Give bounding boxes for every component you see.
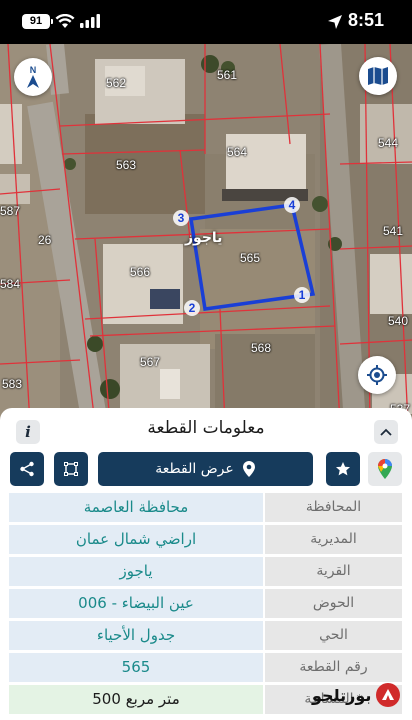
parcel-number-label: 584 bbox=[0, 277, 21, 291]
parcel-number-label: 587 bbox=[0, 204, 21, 218]
watermark-text: بورتلحو bbox=[312, 685, 372, 705]
google-maps-icon bbox=[378, 459, 392, 479]
compass-north-label: N bbox=[30, 65, 37, 75]
map-layers-button[interactable] bbox=[359, 57, 397, 95]
action-row: عرض القطعة bbox=[0, 448, 412, 492]
info-value: جدول الأحياء bbox=[9, 621, 263, 650]
info-label: المحافظة bbox=[265, 493, 402, 522]
battery-indicator: 91 bbox=[22, 14, 53, 29]
my-location-button[interactable] bbox=[358, 356, 396, 394]
parcel-number-label: 26 bbox=[38, 233, 52, 247]
parcel-number-label: 567 bbox=[140, 355, 161, 369]
crop-icon bbox=[64, 462, 78, 476]
parcel-number-label: 583 bbox=[2, 377, 23, 391]
info-row-directorate: اراضي شمال عمان المديرية bbox=[9, 524, 402, 556]
sheet-title: معلومات القطعة bbox=[147, 418, 265, 438]
favorite-button[interactable] bbox=[326, 452, 360, 486]
collapse-button[interactable] bbox=[374, 420, 398, 444]
my-location-icon bbox=[367, 365, 387, 385]
watermark: بورتلحو bbox=[312, 680, 401, 710]
info-row-basin: عين البيضاء - 006 الحوض bbox=[9, 588, 402, 620]
share-icon bbox=[20, 461, 34, 477]
parcel-number-label: 544 bbox=[378, 136, 399, 150]
info-value: 500 متر مربع bbox=[9, 685, 263, 714]
corner-marker: 2 bbox=[184, 300, 200, 316]
info-label: الحي bbox=[265, 621, 402, 650]
google-maps-button[interactable] bbox=[368, 452, 402, 486]
wifi-icon bbox=[55, 14, 75, 28]
info-value: اراضي شمال عمان bbox=[9, 525, 263, 554]
chevron-up-icon bbox=[380, 428, 392, 436]
clock: 8:51 bbox=[348, 10, 385, 30]
parcel-number-label: 561 bbox=[217, 68, 238, 82]
info-value: 565 bbox=[9, 653, 263, 682]
info-row-village: ياجوز القرية bbox=[9, 556, 402, 588]
info-row-governorate: محافظة العاصمة المحافظة bbox=[9, 492, 402, 524]
parcel-number-label: 541 bbox=[383, 224, 404, 238]
parcel-number-label: 566 bbox=[130, 265, 151, 279]
info-label: القرية bbox=[265, 557, 402, 586]
location-arrow-icon bbox=[328, 15, 342, 29]
parcel-number-label: 562 bbox=[106, 76, 127, 90]
parcel-number-label: 568 bbox=[251, 341, 272, 355]
show-parcel-label: عرض القطعة bbox=[155, 461, 234, 477]
area-name-label: ياجوز bbox=[185, 230, 223, 246]
select-area-button[interactable] bbox=[54, 452, 88, 486]
info-value: ياجوز bbox=[9, 557, 263, 586]
info-label: المديرية bbox=[265, 525, 402, 554]
corner-marker: 3 bbox=[173, 210, 189, 226]
compass-icon: N bbox=[27, 65, 39, 88]
corner-marker: 1 bbox=[294, 287, 310, 303]
parcel-number-label: 564 bbox=[227, 145, 248, 159]
watermark-logo bbox=[376, 683, 401, 707]
sheet-header: i معلومات القطعة bbox=[0, 408, 412, 448]
parcel-info-sheet: i معلومات القطعة عرض القطعة محافظة العاص… bbox=[0, 408, 412, 720]
signal-icon bbox=[80, 14, 100, 28]
status-bar: 91 8:51 bbox=[0, 0, 412, 44]
location-pin-icon bbox=[242, 461, 255, 477]
parcel-number-label: 565 bbox=[240, 251, 261, 265]
info-label: الحوض bbox=[265, 589, 402, 618]
satellite-map[interactable]: 562 561 563 564 544 587 26 541 566 565 5… bbox=[0, 44, 412, 424]
map-layers-icon bbox=[368, 67, 388, 85]
corner-marker: 4 bbox=[284, 197, 300, 213]
info-label: رقم القطعة bbox=[265, 653, 402, 682]
parcel-number-label: 540 bbox=[388, 314, 409, 328]
star-icon bbox=[336, 462, 350, 476]
info-value: محافظة العاصمة bbox=[9, 493, 263, 522]
parcel-number-label: 563 bbox=[116, 158, 137, 172]
share-button[interactable] bbox=[10, 452, 44, 486]
show-parcel-button[interactable]: عرض القطعة bbox=[98, 452, 313, 486]
compass-button[interactable]: N bbox=[14, 58, 52, 96]
info-row-district: جدول الأحياء الحي bbox=[9, 620, 402, 652]
info-value: عين البيضاء - 006 bbox=[9, 589, 263, 618]
